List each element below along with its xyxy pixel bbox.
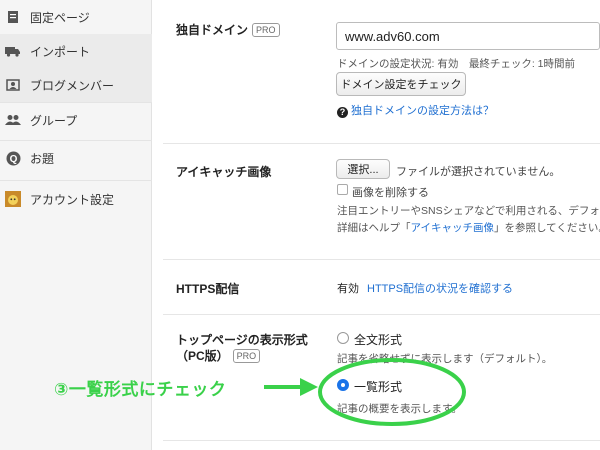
svg-text:Q: Q bbox=[9, 154, 17, 165]
delete-image-checkbox[interactable] bbox=[337, 184, 348, 195]
choose-file-button[interactable]: 選択... bbox=[336, 159, 390, 179]
fulltext-option-label[interactable]: 全文形式 bbox=[354, 331, 402, 348]
list-option-desc: 記事の概要を表示します。 bbox=[337, 403, 462, 415]
sidebar-divider bbox=[0, 180, 152, 181]
toppage-label: トップページの表示形式 bbox=[176, 333, 308, 347]
member-card-icon bbox=[5, 77, 21, 93]
sidebar-item-import[interactable]: インポート bbox=[0, 34, 152, 68]
sidebar-item-odai[interactable]: Q お題 bbox=[0, 141, 152, 175]
truck-icon bbox=[5, 43, 21, 59]
https-status: 有効 bbox=[337, 283, 359, 295]
sidebar-item-account[interactable]: アカウント設定 bbox=[0, 182, 152, 216]
account-avatar-icon bbox=[5, 191, 21, 207]
sidebar-item-blog-members[interactable]: ブログメンバー bbox=[0, 68, 152, 102]
check-domain-button[interactable]: ドメイン設定をチェック bbox=[336, 72, 466, 96]
fulltext-option-desc: 記事を省略せずに表示します（デフォルト）。 bbox=[337, 353, 553, 365]
domain-label: 独自ドメイン PRO bbox=[176, 21, 280, 38]
sidebar-item-label: ブログメンバー bbox=[30, 78, 115, 93]
eyecatch-help-link[interactable]: アイキャッチ画像 bbox=[411, 222, 494, 234]
toppage-sublabel-text: （PC版） bbox=[176, 349, 229, 363]
no-file-text: ファイルが選択されていません。 bbox=[396, 166, 561, 178]
sidebar-item-label: インポート bbox=[30, 44, 91, 59]
https-check-link[interactable]: HTTPS配信の状況を確認する bbox=[367, 280, 513, 296]
toppage-sublabel: （PC版） PRO bbox=[176, 347, 261, 364]
sidebar-item-label: アカウント設定 bbox=[30, 192, 115, 207]
group-icon bbox=[5, 112, 21, 128]
row-divider bbox=[163, 314, 600, 315]
delete-image-label: 画像を削除する bbox=[352, 187, 429, 199]
eyecatch-label: アイキャッチ画像 bbox=[176, 165, 272, 179]
sidebar-item-fixed-page[interactable]: 固定ページ bbox=[0, 0, 152, 34]
sidebar-item-label: グループ bbox=[30, 113, 78, 128]
eyecatch-note-suffix: 」を参照してください。 bbox=[493, 222, 600, 234]
https-label: HTTPS配信 bbox=[176, 282, 240, 296]
pro-badge: PRO bbox=[252, 23, 280, 37]
odai-icon: Q bbox=[5, 150, 21, 166]
list-format-radio[interactable] bbox=[337, 379, 349, 391]
page-icon bbox=[5, 9, 21, 25]
domain-help-link-text[interactable]: 独自ドメインの設定方法は？ bbox=[351, 105, 494, 117]
eyecatch-help-note: 詳細はヘルプ「アイキャッチ画像」を参照してください。 bbox=[337, 220, 600, 235]
row-divider bbox=[163, 259, 600, 260]
annotation-text: ③一覧形式にチェック bbox=[54, 380, 227, 399]
eyecatch-note: 注目エントリーやSNSシェアなどで利用される、デフォル bbox=[337, 205, 600, 217]
row-divider bbox=[163, 143, 600, 144]
domain-status: ドメインの設定状況: 有効 最終チェック: 1時間前 bbox=[337, 58, 576, 70]
list-option-label[interactable]: 一覧形式 bbox=[354, 378, 402, 395]
domain-help-link[interactable]: ? 独自ドメインの設定方法は？ bbox=[337, 102, 494, 118]
row-divider bbox=[163, 440, 600, 441]
sidebar-item-label: お題 bbox=[30, 151, 55, 166]
eyecatch-note-prefix: 詳細はヘルプ「 bbox=[337, 222, 411, 234]
domain-input[interactable] bbox=[336, 22, 600, 50]
sidebar-item-label: 固定ページ bbox=[30, 10, 90, 25]
domain-label-text: 独自ドメイン bbox=[176, 23, 249, 37]
sidebar-item-group[interactable]: グループ bbox=[0, 103, 152, 137]
fulltext-radio[interactable] bbox=[337, 332, 349, 344]
pro-badge: PRO bbox=[232, 349, 261, 363]
question-icon: ? bbox=[337, 107, 348, 118]
